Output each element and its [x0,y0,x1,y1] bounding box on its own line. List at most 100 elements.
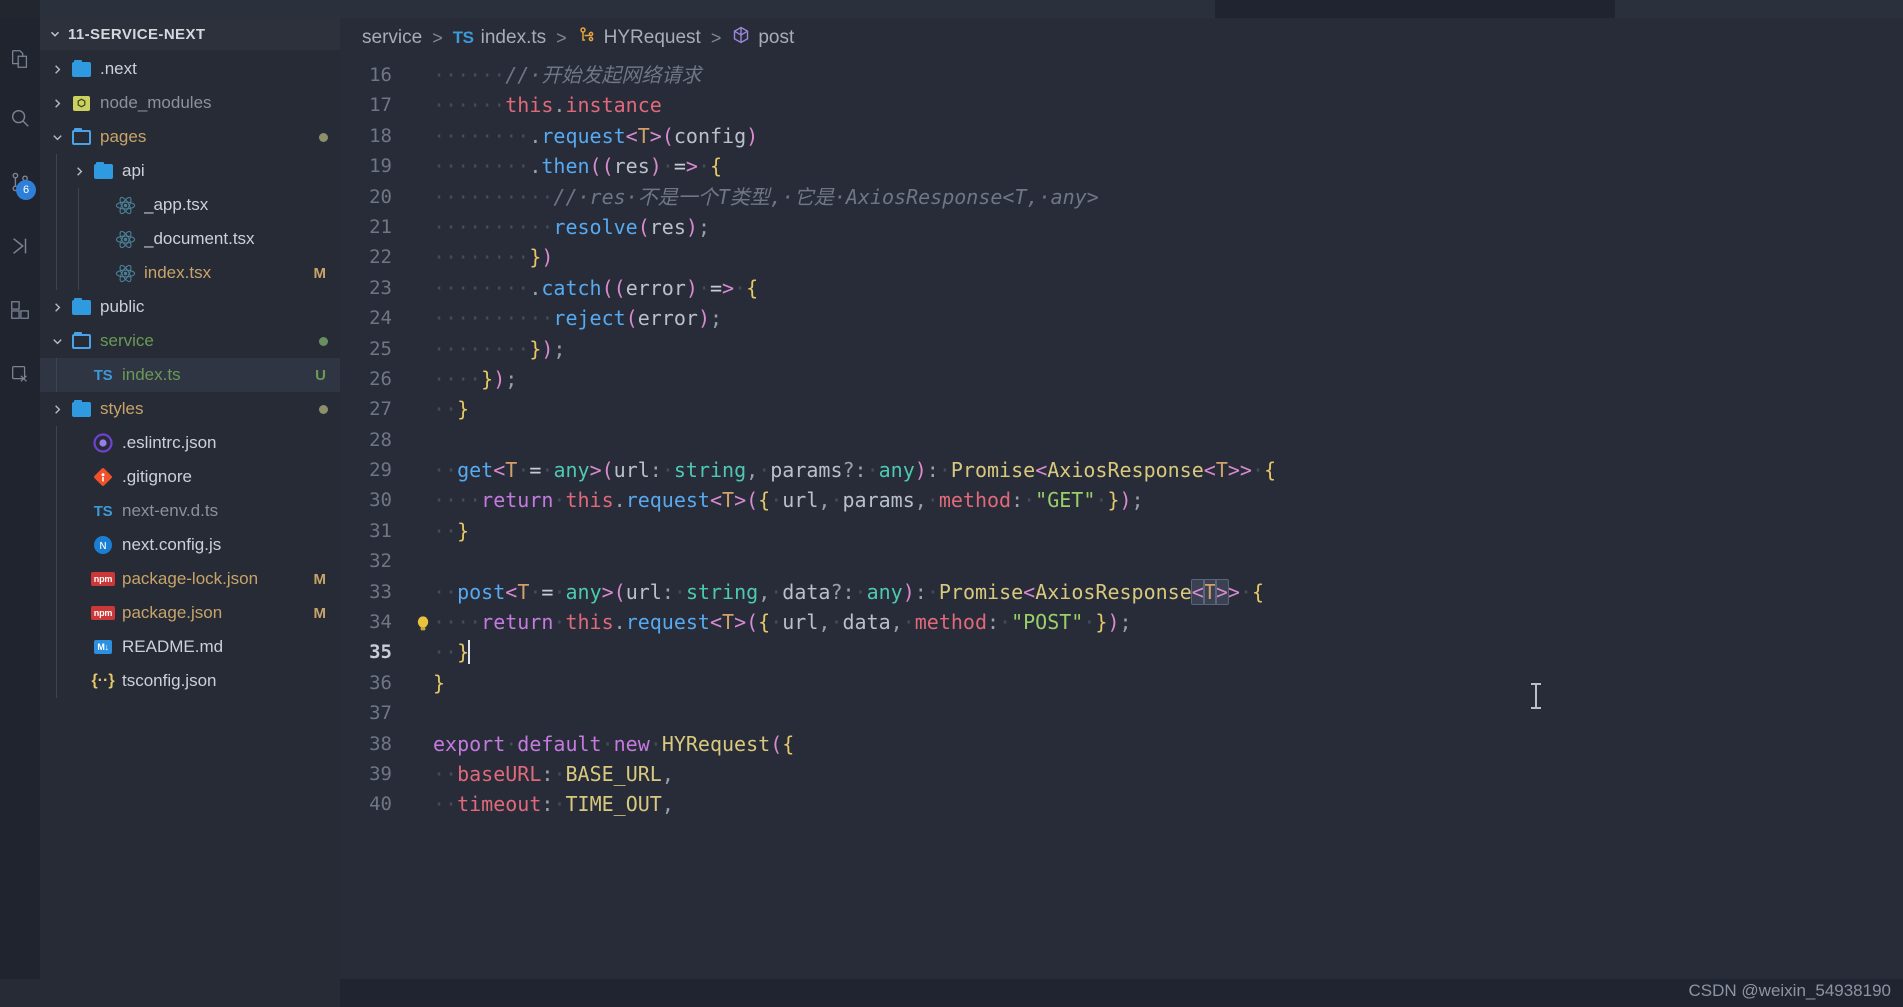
breadcrumb-item-post[interactable]: post [731,25,794,51]
tree-folder-api[interactable]: api [40,154,340,188]
tree-folder-styles[interactable]: styles [40,392,340,426]
code-text: ··post<T·=·any>(url:·string,·data?:·any)… [433,578,1265,605]
ts-icon: TS [93,366,113,384]
tree-item-label: next.config.js [122,535,222,554]
tree-file-next-config-js[interactable]: Nnext.config.js [40,528,340,562]
activity-item-source-control[interactable]: 6 [0,150,40,214]
code-line[interactable]: 21 ··········resolve(res); [340,212,1903,242]
code-text: ··········//·res·不是一个T类型,·它是·AxiosRespon… [433,184,1099,209]
code-text: } [433,670,446,695]
line-number: 22 [369,246,392,269]
code-line[interactable]: 36} [340,668,1903,698]
indent-guide [56,664,57,698]
folder-closed-icon [68,58,94,80]
indent-guide [56,528,57,562]
vscode-window: 6 11-SERVICE-NEXT .next node_modules pag… [0,0,1903,1007]
chevron-right-icon[interactable] [46,62,68,77]
code-line[interactable]: 19 ········.then((res)·=>·{ [340,151,1903,181]
breadcrumb-separator: > [432,27,443,48]
git-icon [90,466,116,488]
code-line[interactable]: 38 export·default·new·HYRequest({ [340,729,1903,759]
code-line[interactable]: 34 ····return·this.request<T>({·url,·data… [340,607,1903,637]
tree-folder-service[interactable]: service [40,324,340,358]
explorer-folder-title: 11-SERVICE-NEXT [68,25,206,43]
code-text: ····return·this.request<T>({·url,·data,·… [433,610,1132,635]
breadcrumb-item-index-ts[interactable]: TS index.ts [453,27,546,49]
code-line[interactable]: 35 ··} [340,637,1903,667]
tree-file-tsconfig-json[interactable]: {··} tsconfig.json [40,664,340,698]
tree-file-gitignore[interactable]: .gitignore [40,460,340,494]
tree-file-index-ts[interactable]: TS index.ts U [40,358,340,392]
tree-file-next-env-d-ts[interactable]: TS next-env.d.ts [40,494,340,528]
tree-file-document-tsx[interactable]: _document.tsx [40,222,340,256]
tree-file-package-json[interactable]: npm package.json M [40,596,340,630]
code-line[interactable]: 32 [340,546,1903,576]
code-line[interactable]: 27 ··} [340,394,1903,424]
react-icon [112,262,138,284]
chevron-down-icon[interactable] [46,130,68,145]
line-number: 38 [369,732,392,755]
breadcrumb-separator: > [556,27,567,48]
line-number: 17 [369,94,392,117]
code-line[interactable]: 29 ··get<T·=·any>(url:·string,·params?:·a… [340,455,1903,485]
tree-folder-pages[interactable]: pages [40,120,340,154]
tree-file-eslintrc-json[interactable]: .eslintrc.json [40,426,340,460]
code-line[interactable]: 20 ··········//·res·不是一个T类型,·它是·AxiosResp… [340,182,1903,212]
breadcrumb: service > TS index.ts > HYRequest > post [340,18,1903,58]
chevron-right-icon[interactable] [68,164,90,179]
tree-file-package-lock-json[interactable]: npm package-lock.json M [40,562,340,596]
activity-item-extensions[interactable] [0,278,40,342]
tree-folder-next[interactable]: .next [40,52,340,86]
tree-file-index-tsx[interactable]: index.tsx M [40,256,340,290]
explorer-folder-header[interactable]: 11-SERVICE-NEXT [40,18,340,50]
code-line[interactable]: 24 ··········reject(error); [340,303,1903,333]
code-line[interactable]: 33 ··post<T·=·any>(url:·string,·data?:·an… [340,577,1903,607]
code-line[interactable]: 22 ········}) [340,242,1903,272]
code-line[interactable]: 37 [340,698,1903,728]
tree-folder-node-modules[interactable]: node_modules [40,86,340,120]
tree-item-label: _app.tsx [144,195,209,214]
json-icon: {··} [91,672,115,689]
code-line[interactable]: 26 ····}); [340,364,1903,394]
ts-icon: TS [452,28,474,47]
run-debug-icon [9,235,31,257]
activity-item-run-debug[interactable] [0,214,40,278]
code-line[interactable]: 28 [340,425,1903,455]
tree-file-readme-md[interactable]: M↓ README.md [40,630,340,664]
line-number: 19 [369,155,392,178]
activity-item-testing[interactable] [0,342,40,406]
text-cursor-pointer [1531,683,1541,709]
tree-item-label: .next [100,59,137,78]
indent-guide [56,222,57,256]
line-number: 31 [369,519,392,542]
breadcrumb-item-hyrequest[interactable]: HYRequest [577,25,701,51]
code-line[interactable]: 40 ··timeout:·TIME_OUT, [340,789,1903,819]
code-line[interactable]: 39 ··baseURL:·BASE_URL, [340,759,1903,789]
chevron-right-icon[interactable] [46,402,68,417]
breadcrumb-label: HYRequest [603,27,701,48]
activity-item-explorer[interactable] [0,32,40,86]
tree-item-git-badge: M [313,570,327,588]
code-text: ····}); [433,366,518,391]
chevron-right-icon[interactable] [46,300,68,315]
indent-guide [56,562,57,596]
code-line[interactable]: 17 ······this.instance [340,90,1903,120]
code-line[interactable]: 23 ········.catch((error)·=>·{ [340,273,1903,303]
code-line[interactable]: 18 ········.request<T>(config) [340,121,1903,151]
tree-folder-public[interactable]: public [40,290,340,324]
code-line[interactable]: 25 ········}); [340,334,1903,364]
breadcrumb-item-service[interactable]: service [362,27,422,49]
chevron-right-icon[interactable] [46,96,68,111]
code-line[interactable]: 16 ······//·开始发起网络请求 [340,60,1903,90]
chevron-down-icon[interactable] [46,334,68,349]
code-line[interactable]: 30 ····return·this.request<T>({·url,·para… [340,485,1903,515]
tree-item-label: pages [100,127,147,146]
code-line[interactable]: 31 ··} [340,516,1903,546]
tree-item-label: styles [100,399,144,418]
tree-item-git-badge: M [313,264,327,282]
editor-tab-strip[interactable] [40,0,1215,18]
activity-item-search[interactable] [0,86,40,150]
code-editor[interactable]: 16 ······//·开始发起网络请求 17 ······this.instance… [340,58,1903,1007]
tree-file-app-tsx[interactable]: _app.tsx [40,188,340,222]
lightbulb-icon[interactable] [416,612,430,631]
